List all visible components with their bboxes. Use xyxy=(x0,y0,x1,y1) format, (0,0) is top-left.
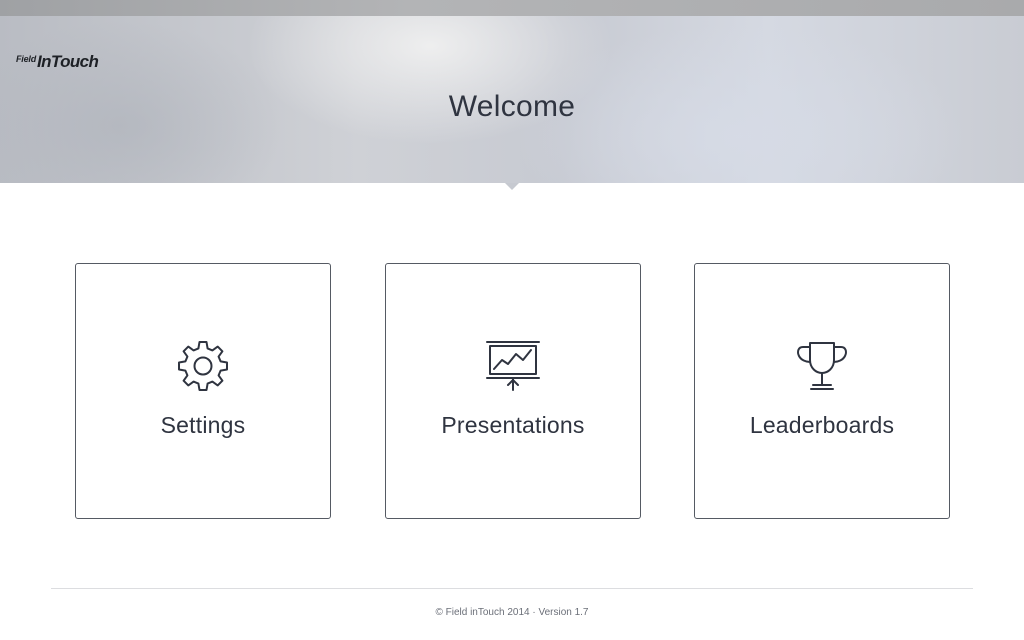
settings-label: Settings xyxy=(160,412,246,438)
leaderboards-tile[interactable]: Leaderboards xyxy=(694,263,950,519)
footer-divider xyxy=(51,588,973,589)
footer-version-text: © Field inTouch 2014 · Version 1.7 xyxy=(435,607,589,618)
logo-prefix: Field xyxy=(16,54,37,64)
system-status-bar xyxy=(0,0,1024,16)
settings-tile[interactable]: Settings xyxy=(75,263,331,519)
welcome-header: Field InTouch Welcome xyxy=(0,16,1024,183)
header-pointer xyxy=(505,183,519,190)
page-title: Welcome xyxy=(448,90,576,123)
gear-icon xyxy=(76,338,330,394)
presentations-tile[interactable]: Presentations xyxy=(385,263,641,519)
leaderboards-label: Leaderboards xyxy=(749,412,895,438)
field-intouch-logo: Field InTouch xyxy=(16,52,99,74)
logo-main: InTouch xyxy=(37,52,99,71)
presentation-chart-icon xyxy=(386,338,640,394)
trophy-icon xyxy=(695,338,949,394)
presentations-label: Presentations xyxy=(441,412,585,438)
